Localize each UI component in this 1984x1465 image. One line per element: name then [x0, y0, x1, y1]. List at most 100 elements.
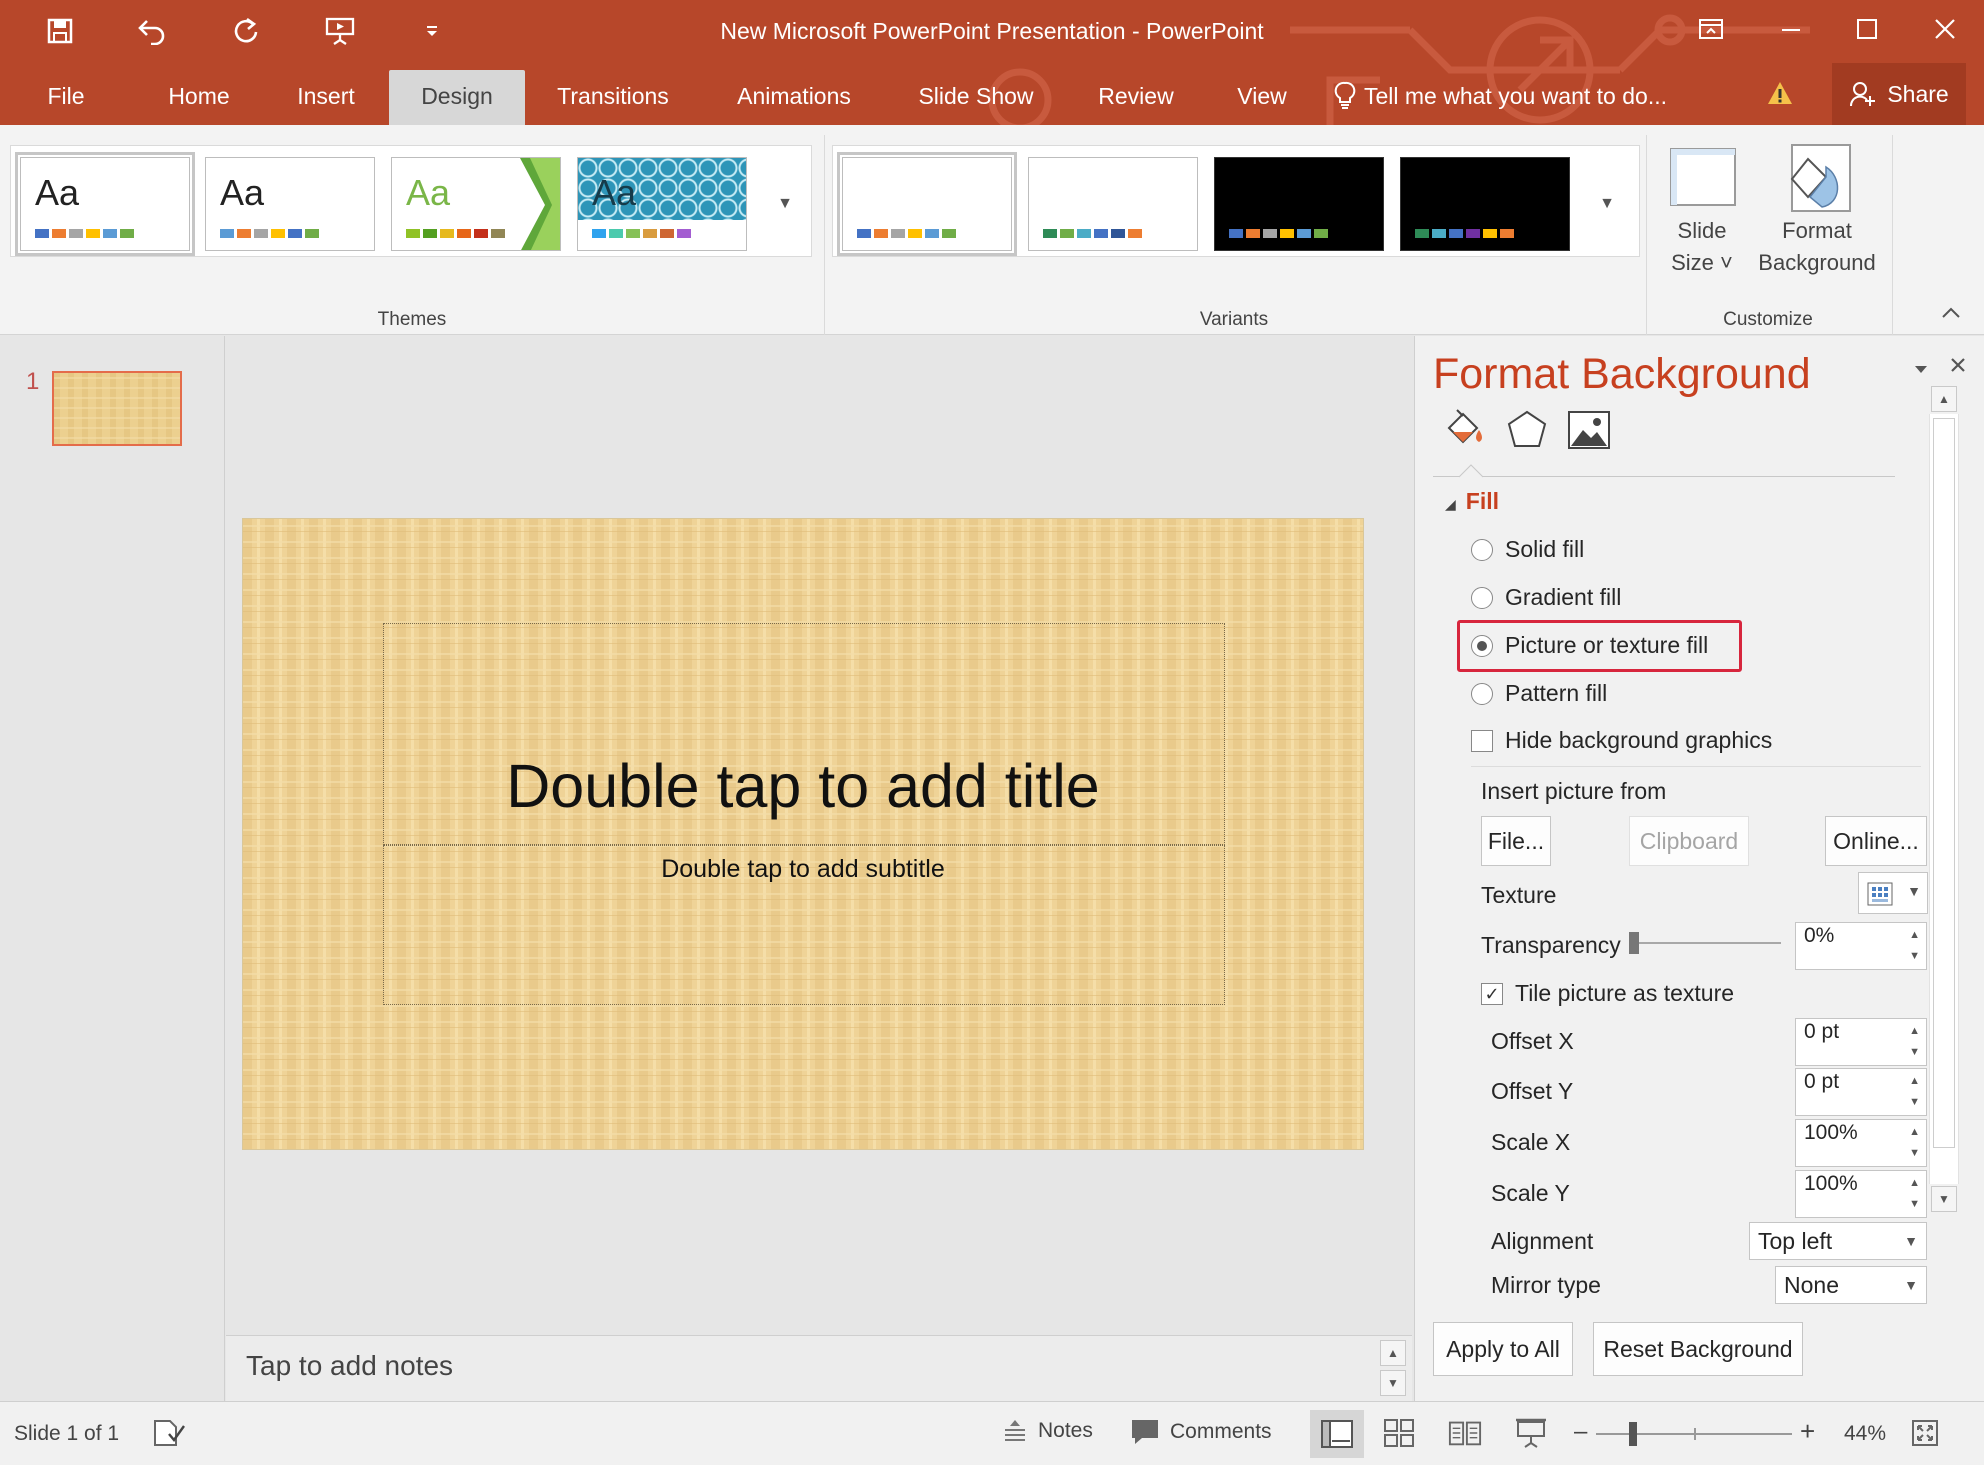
solid-fill-label: Solid fill [1505, 536, 1585, 562]
reset-background-button[interactable]: Reset Background [1593, 1322, 1803, 1376]
title-placeholder-text[interactable]: Double tap to add title [243, 751, 1363, 821]
hide-graphics-checkbox[interactable] [1471, 729, 1493, 752]
zoom-in-icon[interactable]: + [1800, 1416, 1815, 1447]
pane-scroll-down-icon[interactable]: ▼ [1931, 1186, 1957, 1212]
fill-section-header[interactable]: ◢ Fill [1445, 488, 1499, 515]
insert-clipboard-button[interactable]: Clipboard [1629, 816, 1749, 866]
theme-pattern[interactable]: Aa [577, 157, 747, 251]
themes-more-icon[interactable]: ▼ [770, 157, 800, 251]
redo-icon[interactable] [218, 3, 274, 59]
texture-picker-icon [1867, 882, 1893, 906]
notes-area[interactable]: Tap to add notes [226, 1335, 1412, 1401]
share-button[interactable]: Share [1832, 63, 1966, 125]
variant-2[interactable] [1028, 157, 1198, 251]
tab-slide-show[interactable]: Slide Show [908, 70, 1044, 125]
slideshow-view-icon[interactable] [1514, 1416, 1548, 1450]
scale-y-spinner[interactable]: 100% ▲ ▼ [1795, 1170, 1927, 1218]
alignment-dropdown[interactable]: Top left ▼ [1749, 1222, 1927, 1260]
tab-view[interactable]: View [1226, 70, 1298, 125]
pattern-fill-option[interactable]: Pattern fill [1471, 680, 1607, 707]
hide-background-graphics-option[interactable]: Hide background graphics [1471, 727, 1772, 754]
tab-review[interactable]: Review [1090, 70, 1182, 125]
collapse-ribbon-icon[interactable] [1940, 305, 1962, 326]
theme-sample-text: Aa [35, 172, 80, 213]
tile-picture-checkbox[interactable]: ✓ [1481, 982, 1503, 1005]
theme-facet[interactable]: Aa [391, 157, 561, 251]
slide-count[interactable]: Slide 1 of 1 [14, 1422, 119, 1446]
pane-options-icon[interactable] [1913, 356, 1929, 382]
normal-view-icon[interactable] [1310, 1410, 1364, 1458]
start-slideshow-icon[interactable] [312, 3, 368, 59]
mirror-type-dropdown[interactable]: None ▼ [1775, 1266, 1927, 1304]
notes-toggle-button[interactable]: Notes [1002, 1418, 1093, 1444]
apply-to-all-button[interactable]: Apply to All [1433, 1322, 1573, 1376]
tile-picture-option[interactable]: ✓ Tile picture as texture [1481, 980, 1734, 1007]
fill-tab-icon[interactable] [1441, 406, 1489, 454]
variant-1[interactable] [837, 152, 1017, 256]
slide-sorter-icon[interactable] [1382, 1416, 1416, 1450]
spinner-arrows-icon[interactable]: ▲ ▼ [1909, 1173, 1920, 1215]
tab-home[interactable]: Home [156, 70, 242, 125]
solid-fill-radio[interactable] [1471, 538, 1493, 561]
scroll-down-icon[interactable]: ▼ [1380, 1370, 1406, 1396]
save-icon[interactable] [32, 3, 88, 59]
pattern-fill-radio[interactable] [1471, 682, 1493, 705]
gradient-fill-radio[interactable] [1471, 586, 1493, 609]
tell-me-box[interactable]: Tell me what you want to do... [1334, 70, 1667, 122]
pane-scrollbar[interactable]: ▲ ▼ [1929, 386, 1959, 1216]
notes-placeholder[interactable]: Tap to add notes [246, 1350, 453, 1382]
warning-icon[interactable] [1766, 80, 1794, 111]
transparency-slider-track[interactable] [1631, 942, 1781, 944]
picture-tab-icon[interactable] [1565, 406, 1613, 454]
insert-file-button[interactable]: File... [1481, 816, 1551, 866]
zoom-slider-thumb[interactable] [1629, 1422, 1638, 1446]
theme-office-2[interactable]: Aa [205, 157, 375, 251]
scale-x-spinner[interactable]: 100% ▲ ▼ [1795, 1119, 1927, 1167]
theme-office[interactable]: Aa [15, 152, 195, 256]
effects-tab-icon[interactable] [1503, 406, 1551, 454]
ribbon-display-options-icon[interactable] [1672, 0, 1750, 58]
gradient-fill-option[interactable]: Gradient fill [1471, 584, 1621, 611]
tab-design[interactable]: Design [389, 70, 525, 125]
spell-check-icon[interactable] [152, 1416, 186, 1450]
tab-animations[interactable]: Animations [722, 70, 866, 125]
spinner-arrows-icon[interactable]: ▲ ▼ [1909, 925, 1920, 967]
maximize-icon[interactable] [1828, 0, 1906, 58]
variants-more-icon[interactable]: ▼ [1592, 157, 1622, 251]
tab-transitions[interactable]: Transitions [548, 70, 678, 125]
comments-toggle-button[interactable]: Comments [1130, 1418, 1272, 1446]
spinner-arrows-icon[interactable]: ▲ ▼ [1909, 1021, 1920, 1063]
variant-3[interactable] [1214, 157, 1384, 251]
offset-y-spinner[interactable]: 0 pt ▲ ▼ [1795, 1068, 1927, 1116]
slide-size-button[interactable]: Slide Size ˅ [1647, 135, 1757, 305]
spinner-arrows-icon[interactable]: ▲ ▼ [1909, 1071, 1920, 1113]
offset-x-spinner[interactable]: 0 pt ▲ ▼ [1795, 1018, 1927, 1066]
minimize-icon[interactable] [1752, 0, 1830, 58]
scroll-up-icon[interactable]: ▲ [1380, 1340, 1406, 1366]
close-pane-icon[interactable] [1949, 354, 1967, 380]
tab-insert[interactable]: Insert [282, 70, 370, 125]
tab-file[interactable]: File [26, 70, 106, 125]
variants-group-label: Variants [1199, 309, 1269, 330]
solid-fill-option[interactable]: Solid fill [1471, 536, 1584, 563]
pane-scroll-thumb[interactable] [1933, 418, 1955, 1148]
zoom-out-icon[interactable]: – [1574, 1418, 1587, 1446]
insert-online-button[interactable]: Online... [1825, 816, 1927, 866]
texture-dropdown[interactable]: ▼ [1858, 872, 1928, 914]
transparency-spinner[interactable]: 0% ▲ ▼ [1795, 922, 1927, 970]
variant-4[interactable] [1400, 157, 1570, 251]
slide-canvas[interactable]: Double tap to add title Double tap to ad… [242, 518, 1364, 1150]
zoom-level[interactable]: 44% [1844, 1422, 1886, 1446]
format-background-button[interactable]: Format Background [1752, 135, 1882, 305]
offset-x-label: Offset X [1491, 1028, 1574, 1054]
customize-qat-icon[interactable] [404, 3, 460, 59]
reading-view-icon[interactable] [1448, 1416, 1482, 1450]
transparency-slider-thumb[interactable] [1629, 932, 1639, 954]
pane-scroll-up-icon[interactable]: ▲ [1931, 386, 1957, 412]
fit-slide-to-window-icon[interactable] [1908, 1416, 1942, 1450]
undo-icon[interactable] [124, 3, 180, 59]
spinner-arrows-icon[interactable]: ▲ ▼ [1909, 1122, 1920, 1164]
close-window-icon[interactable] [1906, 0, 1984, 58]
slide-thumbnail[interactable] [52, 371, 182, 446]
subtitle-placeholder-text[interactable]: Double tap to add subtitle [243, 855, 1363, 884]
